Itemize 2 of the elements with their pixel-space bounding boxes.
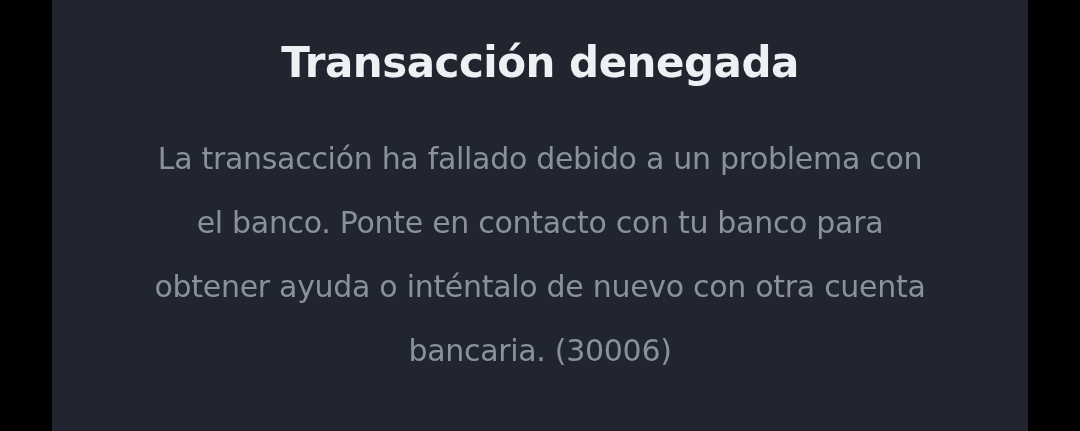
- dialog-title: Transacción denegada: [281, 38, 799, 87]
- error-message: La transacción ha fallado debido a un problema con el banco. Ponte en contacto con tu banco para obtener ayuda o inténtalo de nuevo con otra cuenta bancaria. (30006): [154, 140, 926, 370]
